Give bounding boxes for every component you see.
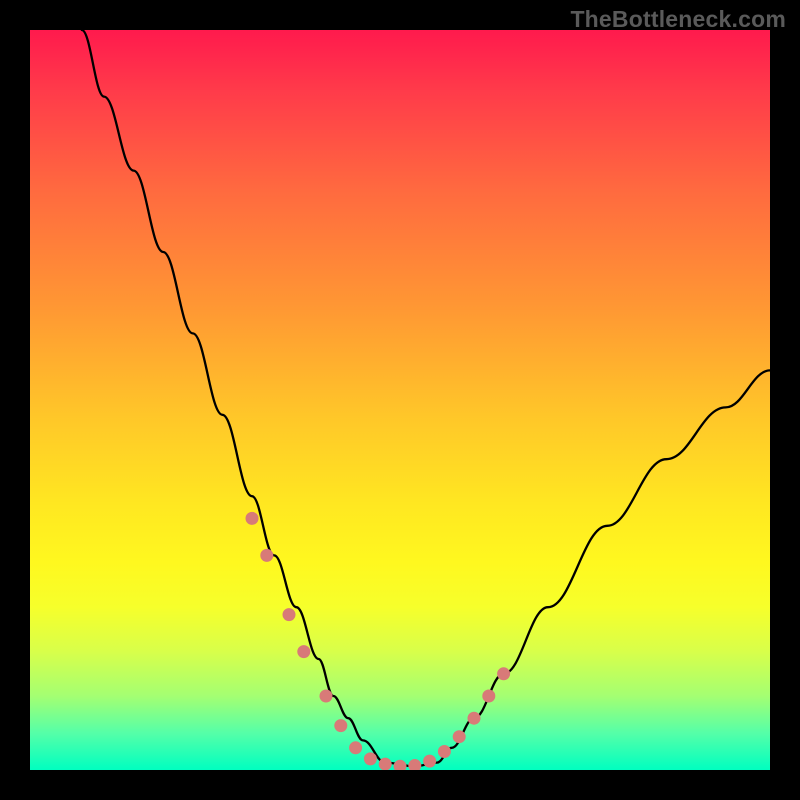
- curve-group: [82, 30, 770, 766]
- marker-group: [246, 512, 511, 770]
- marker-dot: [260, 549, 273, 562]
- marker-dot: [334, 719, 347, 732]
- marker-dot: [283, 608, 296, 621]
- marker-dot: [438, 745, 451, 758]
- watermark-text: TheBottleneck.com: [570, 6, 786, 33]
- marker-dot: [497, 667, 510, 680]
- marker-dot: [297, 645, 310, 658]
- marker-dot: [408, 759, 421, 770]
- marker-dot: [349, 741, 362, 754]
- marker-dot: [482, 690, 495, 703]
- marker-dot: [379, 758, 392, 770]
- chart-area: [30, 30, 770, 770]
- marker-dot: [364, 752, 377, 765]
- marker-dot: [468, 712, 481, 725]
- bottleneck-curve-plot: [30, 30, 770, 770]
- bottleneck-curve: [82, 30, 770, 766]
- marker-dot: [246, 512, 259, 525]
- marker-dot: [423, 755, 436, 768]
- marker-dot: [394, 760, 407, 770]
- marker-dot: [320, 690, 333, 703]
- marker-dot: [453, 730, 466, 743]
